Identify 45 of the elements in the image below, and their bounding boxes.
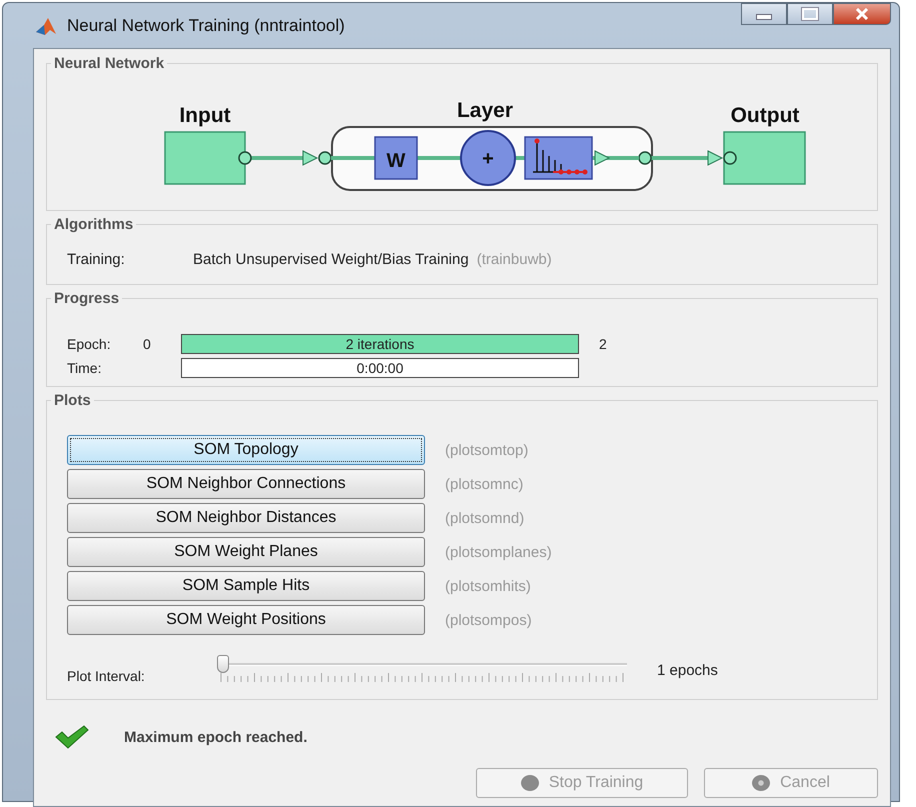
app-logo-icon xyxy=(35,16,57,36)
function-name: (plotsomnc) xyxy=(445,476,524,492)
weight-block xyxy=(374,136,418,180)
plot-button[interactable]: SOM Neighbor Distances xyxy=(67,503,425,533)
field-label: Epoch: xyxy=(67,336,112,352)
field-label: Time: xyxy=(67,360,102,376)
sum-node xyxy=(460,130,516,186)
slider-thumb[interactable] xyxy=(217,655,229,673)
cancel-icon xyxy=(752,775,770,791)
function-name: (plotsomhits) xyxy=(445,578,531,594)
function-name: (plotsomnd) xyxy=(445,510,524,526)
arrow-icon xyxy=(594,150,610,166)
field-label: Training: xyxy=(67,251,126,268)
range-end: 2 xyxy=(599,336,607,352)
plot-button[interactable]: SOM Weight Positions xyxy=(67,605,425,635)
plot-button[interactable]: SOM Weight Planes xyxy=(67,537,425,567)
maximize-button[interactable] xyxy=(787,3,833,25)
sum-label: + xyxy=(482,148,494,170)
weight-label: W xyxy=(386,150,406,172)
function-name: (trainbuwb) xyxy=(476,251,552,268)
plot-button[interactable]: SOM Sample Hits xyxy=(67,571,425,601)
progress-text: 0:00:00 xyxy=(356,358,404,376)
stop-icon xyxy=(520,775,539,791)
minimize-button[interactable] xyxy=(741,3,787,25)
status-message: Maximum epoch reached. xyxy=(124,728,308,746)
algorithm-name: Batch Unsupervised Weight/Bias Training xyxy=(193,251,469,268)
function-name: (plotsomtop) xyxy=(445,442,528,458)
output-label: Output xyxy=(730,104,800,127)
plot-button[interactable]: SOM Topology xyxy=(67,435,425,465)
plot-button[interactable]: SOM Neighbor Connections xyxy=(67,469,425,499)
panel-heading: Progress xyxy=(51,290,122,307)
window-title: Neural Network Training (nntraintool) xyxy=(67,16,345,36)
function-name: (plotsompos) xyxy=(445,612,532,628)
close-button[interactable] xyxy=(833,3,891,25)
layer-label: Layer xyxy=(456,99,514,122)
panel-heading: Algorithms xyxy=(51,216,136,233)
close-icon xyxy=(855,8,869,20)
function-name: (plotsomplanes) xyxy=(445,544,552,560)
transfer-function-icon xyxy=(524,136,593,180)
field-label: Plot Interval: xyxy=(67,668,146,684)
checkmark-icon xyxy=(54,725,90,749)
range-start: 0 xyxy=(143,336,152,352)
progress-text: 2 iterations xyxy=(344,334,416,352)
interval-value: 1 epochs xyxy=(657,662,718,678)
input-label: Input xyxy=(179,104,231,127)
